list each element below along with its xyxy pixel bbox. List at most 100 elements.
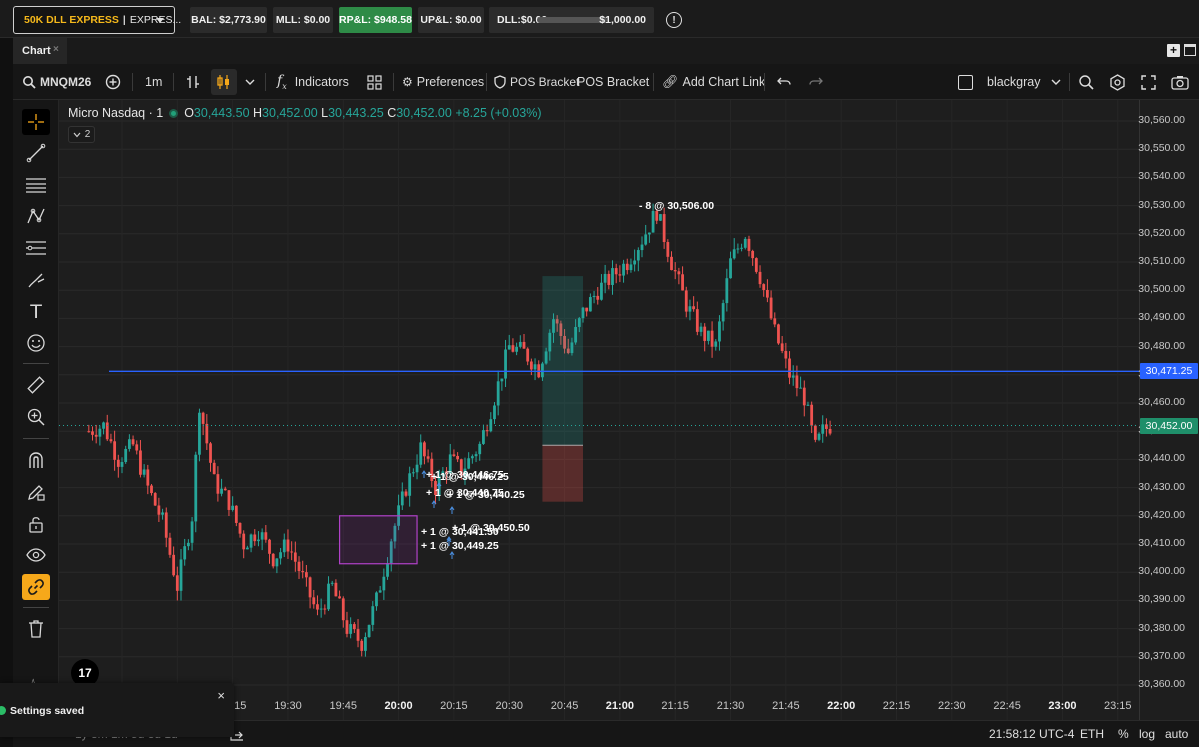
toast-notification: Settings saved ×: [0, 683, 234, 737]
magnet-tool[interactable]: [22, 447, 50, 473]
screenshot-button[interactable]: [1171, 64, 1189, 100]
search-icon: [23, 76, 36, 89]
candle-body: [338, 596, 341, 599]
candle-body: [275, 558, 279, 567]
chart-type-dropdown[interactable]: [245, 64, 255, 100]
close-icon[interactable]: ×: [53, 44, 59, 55]
plus-circle-icon: [105, 74, 121, 90]
toolbar-divider: [653, 73, 654, 91]
chart-grid: [59, 100, 1139, 720]
symbol-search[interactable]: MNQM26: [22, 64, 91, 100]
zoom-tool[interactable]: [22, 404, 50, 430]
time-tick-label: 22:30: [938, 700, 966, 712]
trash-icon: [29, 620, 43, 638]
candle-body: [732, 249, 736, 259]
text-tool[interactable]: T: [22, 299, 50, 325]
daily-loss-limit-pill: DLL:$0.00 $1,000.00: [489, 7, 654, 33]
candle-body: [493, 405, 496, 420]
text-icon: T: [30, 301, 42, 323]
candles-button[interactable]: [211, 69, 237, 95]
layouts-button[interactable]: [367, 64, 382, 100]
candle-body: [474, 454, 478, 457]
candle-body: [378, 590, 382, 593]
candlestick-chart[interactable]: + 1 @ 30,446.75+ 1 @ 30,446.25+ 1 @ 30,4…: [59, 100, 1139, 720]
percent-toggle[interactable]: %: [1118, 727, 1129, 741]
time-tick-label: 21:15: [661, 700, 689, 712]
candle-body: [415, 464, 419, 473]
tab-chart[interactable]: Chart ×: [13, 38, 67, 64]
fib-tool[interactable]: [22, 235, 50, 261]
visibility-tool[interactable]: [22, 542, 50, 568]
time-tick-label: 21:45: [772, 700, 800, 712]
chart-pane[interactable]: + 1 @ 30,446.75 + 1 @ 30,446.25 + 1 @ 30,4…: [59, 100, 1139, 720]
window-icon[interactable]: [1184, 44, 1196, 56]
log-toggle[interactable]: log: [1139, 727, 1155, 741]
settings-button[interactable]: [1109, 64, 1126, 100]
horizontal-lines-tool[interactable]: [22, 172, 50, 198]
indicators-button[interactable]: fx Indicators: [277, 64, 349, 100]
price-tick-label: 30,490.00: [1138, 311, 1185, 324]
session-toggle[interactable]: ETH: [1080, 727, 1104, 741]
remove-drawings-tool[interactable]: [22, 616, 50, 642]
account-name: 50K DLL EXPRESS: [24, 14, 119, 26]
zoom-in-icon: [27, 408, 45, 426]
redo-button[interactable]: [809, 64, 823, 100]
candle-body: [109, 439, 113, 442]
quick-search-button[interactable]: [1078, 64, 1094, 100]
auto-toggle[interactable]: auto: [1165, 727, 1188, 741]
candle-body: [777, 324, 780, 344]
candle-body: [286, 539, 290, 552]
candle-body: [603, 273, 607, 283]
price-tick-label: 30,370.00: [1138, 649, 1185, 662]
fullscreen-icon: [1141, 74, 1156, 90]
emoji-tool[interactable]: [22, 330, 50, 356]
interval-button[interactable]: 1m: [145, 64, 162, 100]
fullscreen-button[interactable]: [1141, 64, 1156, 100]
brush-tool[interactable]: [22, 267, 50, 293]
mll-pill: MLL: $0.00: [273, 7, 333, 33]
pos-bracket-label: POS Bracket: [510, 75, 580, 89]
candle-body: [190, 521, 194, 543]
crosshair-tool[interactable]: [22, 109, 50, 135]
legend-collapse-button[interactable]: 2: [68, 126, 95, 143]
account-selector[interactable]: 50K DLL EXPRESS | EXPRES...: [13, 6, 181, 34]
compare-button[interactable]: [105, 64, 121, 100]
candle-body: [297, 561, 301, 572]
candle-body: [729, 258, 732, 279]
close-value: 30,452.00: [396, 106, 452, 120]
add-tab-icon[interactable]: +: [1167, 44, 1180, 57]
undo-button[interactable]: [777, 64, 791, 100]
candle-body: [268, 539, 271, 554]
candle-body: [795, 375, 799, 389]
price-axis[interactable]: 30,560.00 30,550.00 30,540.00 30,530.00 30,5…: [1138, 100, 1199, 720]
lock-drawing-tool[interactable]: [22, 479, 50, 505]
lock-tool[interactable]: [22, 511, 50, 537]
candle-body: [375, 592, 378, 607]
info-icon[interactable]: !: [666, 12, 682, 28]
close-icon[interactable]: ×: [217, 688, 225, 703]
candle-body: [386, 563, 389, 577]
bar-type-button[interactable]: [185, 64, 201, 100]
price-tick-label: 30,560.00: [1138, 114, 1185, 126]
pos-bracket-select[interactable]: POS Bracket: [577, 64, 649, 100]
trend-line-tool[interactable]: [22, 140, 50, 166]
candle-body: [766, 289, 769, 298]
ruler-tool[interactable]: [22, 372, 50, 398]
add-chart-link-button[interactable]: 🔗︎ Add Chart Link: [662, 64, 765, 100]
candle-body: [743, 238, 747, 248]
candle-body: [113, 441, 117, 460]
time-tick-label: 23:15: [1103, 700, 1132, 712]
theme-select[interactable]: blackgray: [958, 64, 1061, 100]
candle-body: [186, 542, 190, 547]
pos-bracket-button[interactable]: POS Bracket: [494, 64, 579, 100]
price-tick-label: 30,400.00: [1138, 565, 1185, 578]
candle-body: [349, 624, 353, 634]
candle-body: [161, 512, 164, 515]
candle-body: [301, 571, 305, 573]
preferences-button[interactable]: ⚙ Preferences: [402, 64, 484, 100]
time-tick-label: 21:00: [605, 700, 634, 712]
chart-link-tool[interactable]: [22, 574, 50, 600]
candle-body: [345, 620, 349, 634]
legend-title[interactable]: Micro Nasdaq · 1: [68, 106, 163, 120]
pitchfork-tool[interactable]: [22, 203, 50, 229]
